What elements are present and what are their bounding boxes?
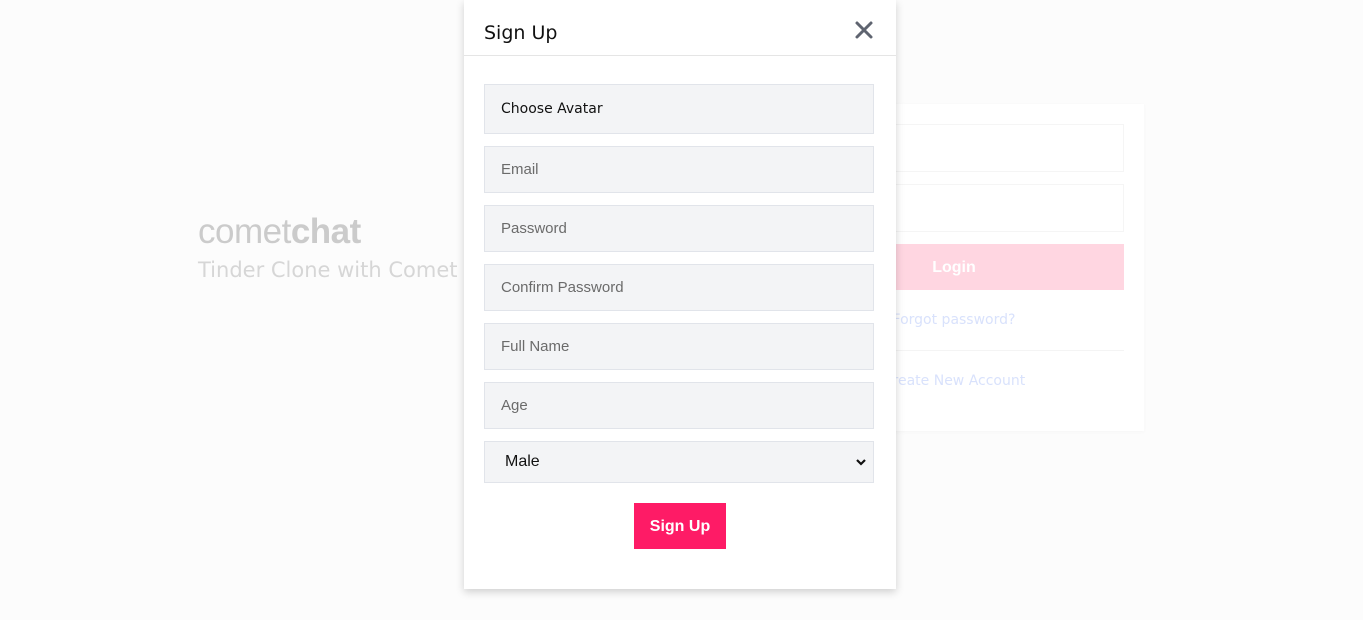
modal-header: Sign Up — [464, 0, 896, 56]
signup-modal: Sign Up Choose Avatar Email Password Con… — [464, 0, 896, 589]
gender-selected: Male — [505, 453, 540, 470]
logo: cometchat — [198, 212, 458, 252]
chevron-down-icon — [856, 459, 866, 466]
tagline: Tinder Clone with Comet — [198, 258, 458, 282]
gender-select[interactable]: Male — [484, 441, 874, 483]
close-icon[interactable] — [854, 20, 874, 40]
modal-title: Sign Up — [484, 22, 558, 44]
choose-avatar-input[interactable]: Choose Avatar — [484, 84, 874, 134]
brand: cometchat Tinder Clone with Comet — [198, 212, 458, 282]
email-input[interactable]: Email — [484, 146, 874, 193]
age-input[interactable]: Age — [484, 382, 874, 429]
logo-bold: chat — [290, 212, 361, 251]
logo-light: comet — [198, 212, 291, 251]
password-input[interactable]: Password — [484, 205, 874, 252]
full-name-input[interactable]: Full Name — [484, 323, 874, 370]
confirm-password-input[interactable]: Confirm Password — [484, 264, 874, 311]
sign-up-button[interactable]: Sign Up — [634, 503, 726, 549]
